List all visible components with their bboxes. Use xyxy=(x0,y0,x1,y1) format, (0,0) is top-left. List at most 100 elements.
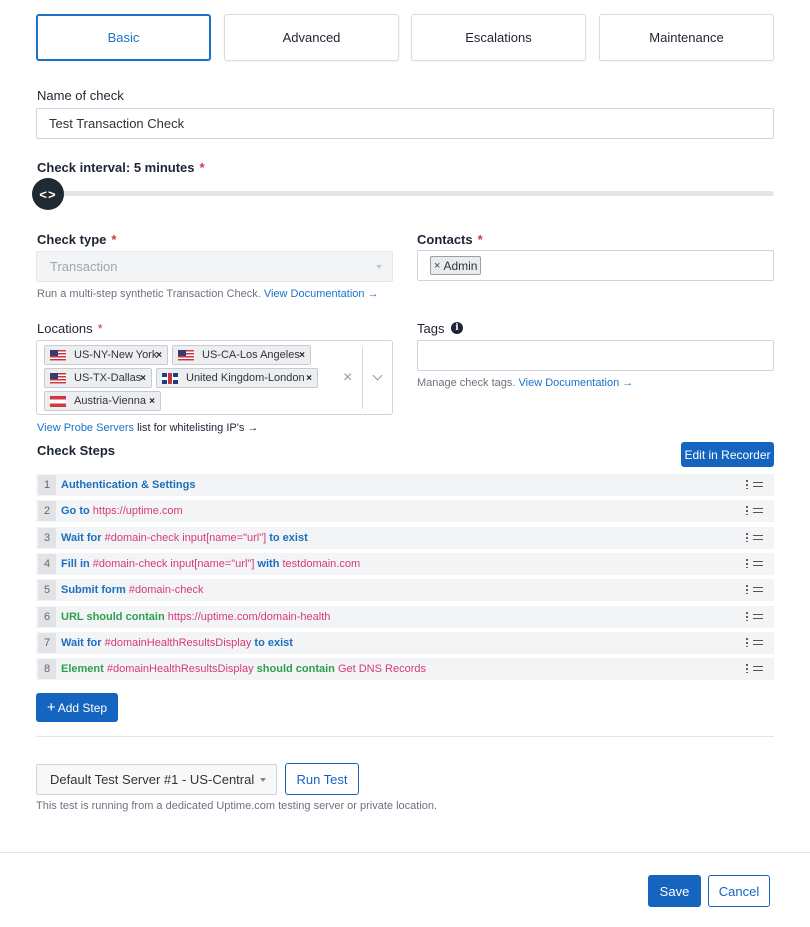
name-of-check-value: Test Transaction Check xyxy=(49,116,185,131)
tab-escalations[interactable]: Escalations xyxy=(411,14,586,61)
step-number: 2 xyxy=(38,501,56,521)
kebab-icon[interactable] xyxy=(746,558,748,568)
location-chip[interactable]: US-CA-Los Angeles × xyxy=(172,345,311,365)
check-type-help: Run a multi-step synthetic Transaction C… xyxy=(37,288,379,300)
edit-in-recorder-label: Edit in Recorder xyxy=(684,447,771,462)
location-chip[interactable]: US-TX-Dallas × xyxy=(44,368,152,388)
step-row[interactable]: 1 Authentication & Settings xyxy=(36,474,774,496)
tab-advanced[interactable]: Advanced xyxy=(224,14,399,61)
kebab-icon[interactable] xyxy=(746,532,748,542)
remove-chip-icon[interactable]: × xyxy=(140,373,146,384)
step-row[interactable]: 6 URL should contain https://uptime.com/d… xyxy=(36,606,774,628)
name-of-check-label: Name of check xyxy=(37,88,124,103)
step-number: 5 xyxy=(38,580,56,600)
add-step-button[interactable]: + Add Step xyxy=(36,693,118,722)
location-chip[interactable]: Austria-Vienna × xyxy=(44,391,161,411)
step-text: Authentication & Settings xyxy=(61,479,195,491)
view-probe-servers-link[interactable]: View Probe Servers xyxy=(37,422,134,434)
chevron-down-icon[interactable] xyxy=(372,370,383,381)
remove-chip-icon[interactable]: × xyxy=(434,260,440,272)
cancel-label: Cancel xyxy=(718,883,760,899)
run-test-button[interactable]: Run Test xyxy=(285,763,359,795)
drag-handle-icon[interactable] xyxy=(753,640,763,645)
uk-flag-icon xyxy=(162,372,178,384)
interval-slider-track[interactable] xyxy=(48,191,774,196)
us-flag-icon xyxy=(178,349,194,361)
step-row[interactable]: 4 Fill in #domain-check input[name="url"]… xyxy=(36,553,774,575)
tab-maintenance[interactable]: Maintenance xyxy=(599,14,774,61)
view-documentation-link[interactable]: View Documentation → xyxy=(519,377,634,389)
drag-handle-icon[interactable] xyxy=(753,561,763,566)
drag-handle-icon[interactable] xyxy=(753,535,763,540)
step-row[interactable]: 5 Submit form #domain-check xyxy=(36,579,774,601)
cancel-button[interactable]: Cancel xyxy=(708,875,770,907)
view-documentation-link[interactable]: View Documentation → xyxy=(264,288,379,300)
add-step-label: Add Step xyxy=(57,700,108,715)
check-interval-label: Check interval: 5 minutes * xyxy=(37,160,205,175)
save-label: Save xyxy=(659,883,690,899)
save-button[interactable]: Save xyxy=(648,875,701,907)
chevron-down-icon xyxy=(376,265,382,269)
step-keyword: Go to xyxy=(61,505,93,517)
tab-label: Escalations xyxy=(465,30,532,45)
kebab-icon[interactable] xyxy=(746,637,748,647)
remove-chip-icon[interactable]: × xyxy=(149,396,155,407)
info-icon[interactable]: i xyxy=(451,322,463,334)
step-value: https://uptime.com xyxy=(92,505,183,517)
kebab-icon[interactable] xyxy=(746,505,748,515)
name-of-check-input[interactable]: Test Transaction Check xyxy=(36,108,774,139)
test-server-help: This test is running from a dedicated Up… xyxy=(36,800,438,812)
step-keyword: Element xyxy=(61,663,107,675)
step-value: #domainHealthResultsDisplay xyxy=(106,663,254,675)
step-row[interactable]: 8 Element #domainHealthResultsDisplay sho… xyxy=(36,658,774,680)
step-row[interactable]: 3 Wait for #domain-check input[name="url"… xyxy=(36,527,774,549)
step-number: 4 xyxy=(38,554,56,574)
step-number: 8 xyxy=(38,659,56,679)
tab-basic[interactable]: Basic xyxy=(36,14,211,61)
required-mark: * xyxy=(97,321,103,336)
step-value: #domain-check input[name="url"] xyxy=(92,558,255,570)
step-text: Submit form #domain-check xyxy=(61,584,203,596)
locations-multiselect[interactable]: US-NY-New York × US-CA-Los Angeles × US-TX… xyxy=(36,340,393,415)
step-text: Element #domainHealthResultsDisplay shou… xyxy=(61,663,426,675)
check-type-text: Check type xyxy=(37,232,107,247)
contacts-input[interactable]: × Admin xyxy=(417,250,774,281)
kebab-icon[interactable] xyxy=(746,663,748,673)
test-server-select[interactable]: Default Test Server #1 - US-Central xyxy=(36,764,277,795)
kebab-icon[interactable] xyxy=(746,611,748,621)
edit-in-recorder-button[interactable]: Edit in Recorder xyxy=(681,442,774,467)
remove-chip-icon[interactable]: × xyxy=(306,373,312,384)
drag-handle-icon[interactable] xyxy=(753,482,763,487)
contact-chip[interactable]: × Admin xyxy=(430,256,482,275)
check-interval-text: Check interval: 5 minutes xyxy=(37,160,195,175)
step-row[interactable]: 2 Go to https://uptime.com xyxy=(36,500,774,522)
drag-handle-icon[interactable] xyxy=(753,587,763,592)
locations-text: Locations xyxy=(37,321,93,336)
step-keyword: to exist xyxy=(266,532,308,544)
clear-all-icon[interactable]: × xyxy=(343,369,352,387)
step-text: Wait for #domainHealthResultsDisplay to … xyxy=(61,637,293,649)
interval-slider-handle[interactable]: <> xyxy=(32,178,64,210)
step-text: Fill in #domain-check input[name="url"] … xyxy=(61,558,360,570)
check-type-label: Check type * xyxy=(37,232,116,247)
run-test-label: Run Test xyxy=(296,771,348,787)
drag-handle-icon[interactable] xyxy=(753,614,763,619)
check-type-help-text: Run a multi-step synthetic Transaction C… xyxy=(37,288,261,300)
remove-chip-icon[interactable]: × xyxy=(299,350,305,361)
tags-help: Manage check tags. View Documentation → xyxy=(417,377,633,389)
location-chip-label: US-TX-Dallas xyxy=(74,372,142,384)
required-mark: * xyxy=(199,160,205,175)
tags-input[interactable] xyxy=(417,340,774,371)
remove-chip-icon[interactable]: × xyxy=(156,350,162,361)
step-number: 7 xyxy=(38,633,56,653)
probe-servers-note: View Probe Servers list for whitelisting… xyxy=(37,422,258,434)
drag-handle-icon[interactable] xyxy=(753,508,763,513)
separator xyxy=(362,347,363,409)
kebab-icon[interactable] xyxy=(746,479,748,489)
location-chip[interactable]: US-NY-New York × xyxy=(44,345,168,365)
kebab-icon[interactable] xyxy=(746,584,748,594)
location-chip[interactable]: United Kingdom-London × xyxy=(156,368,318,388)
plus-icon: + xyxy=(46,699,56,716)
step-row[interactable]: 7 Wait for #domainHealthResultsDisplay to… xyxy=(36,632,774,654)
drag-handle-icon[interactable] xyxy=(753,666,763,671)
